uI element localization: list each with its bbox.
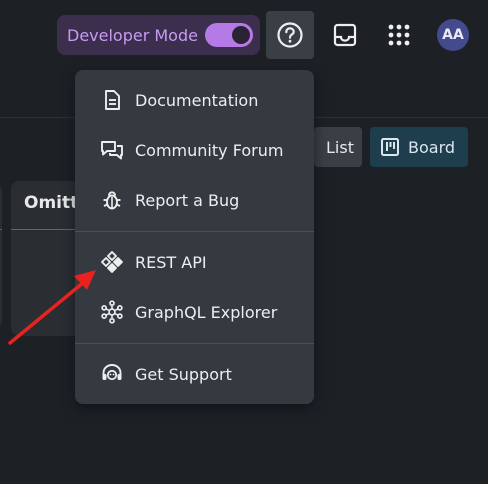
developer-mode-toggle-container[interactable]: Developer Mode xyxy=(57,15,260,55)
help-button[interactable] xyxy=(266,11,314,59)
grid-icon xyxy=(388,24,410,46)
menu-item-label: Documentation xyxy=(135,90,259,110)
menu-item-rest-api[interactable]: REST API xyxy=(75,239,314,285)
column-title: Omitt xyxy=(24,193,79,213)
apps-button[interactable] xyxy=(375,11,423,59)
menu-divider xyxy=(75,343,314,344)
board-column xyxy=(0,183,2,328)
menu-item-label: GraphQL Explorer xyxy=(135,302,278,322)
board-view-label: Board xyxy=(408,137,456,157)
menu-item-label: REST API xyxy=(135,252,207,272)
developer-mode-switch[interactable] xyxy=(205,23,253,47)
help-icon xyxy=(277,22,303,48)
menu-item-documentation[interactable]: Documentation xyxy=(75,77,314,123)
bug-icon xyxy=(100,188,124,212)
developer-mode-label: Developer Mode xyxy=(67,25,198,45)
help-menu: Documentation Community Forum Report a B… xyxy=(75,70,314,404)
column-header-rule xyxy=(0,229,2,230)
forum-icon xyxy=(100,138,124,162)
document-icon xyxy=(100,88,124,112)
switch-knob xyxy=(232,26,250,44)
menu-divider xyxy=(75,231,314,232)
inbox-button[interactable] xyxy=(321,11,369,59)
graphql-icon xyxy=(100,300,124,324)
menu-item-get-support[interactable]: Get Support xyxy=(75,351,314,397)
app-root: Developer Mode AA List Board Omitt Docum… xyxy=(0,0,488,484)
support-icon xyxy=(100,362,124,386)
menu-item-label: Get Support xyxy=(135,364,232,384)
menu-item-graphql-explorer[interactable]: GraphQL Explorer xyxy=(75,289,314,335)
menu-item-report-bug[interactable]: Report a Bug xyxy=(75,177,314,223)
inbox-icon xyxy=(333,23,357,47)
board-view-button[interactable]: Board xyxy=(370,127,468,167)
menu-item-label: Report a Bug xyxy=(135,190,240,210)
board-icon xyxy=(381,138,399,156)
menu-item-community-forum[interactable]: Community Forum xyxy=(75,127,314,173)
list-view-button[interactable]: List xyxy=(314,127,362,167)
user-avatar[interactable]: AA xyxy=(437,19,469,51)
menu-item-label: Community Forum xyxy=(135,140,284,160)
list-view-label: List xyxy=(326,137,354,157)
api-icon xyxy=(100,250,124,274)
